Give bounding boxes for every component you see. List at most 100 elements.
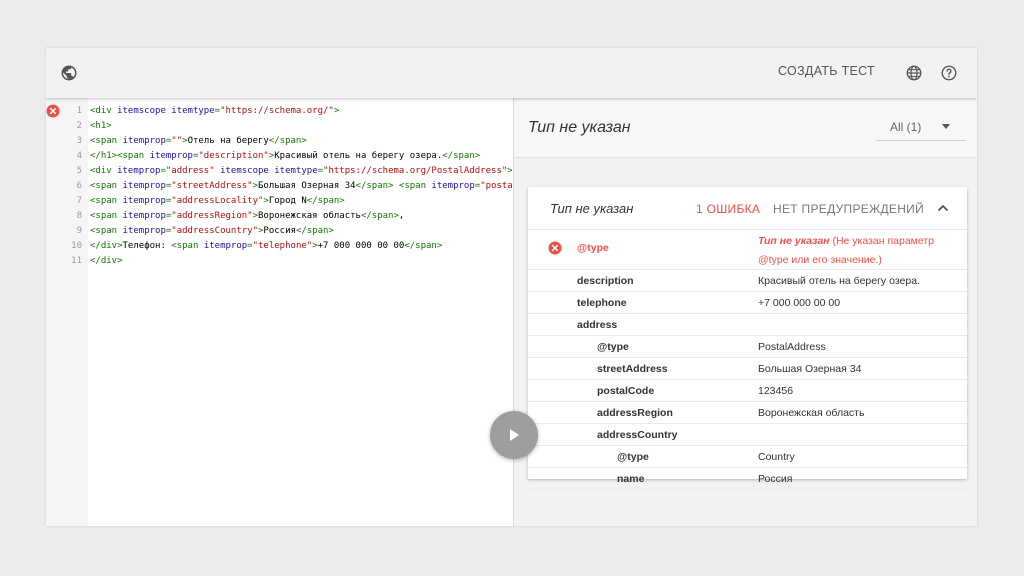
code-token: </span> bbox=[306, 196, 345, 206]
code-text[interactable]: <div itemscope itemtype="https://schema.… bbox=[90, 104, 512, 269]
code-token: itemprop bbox=[203, 241, 248, 251]
code-token: <h1> bbox=[90, 121, 112, 131]
code-token: Россия bbox=[263, 226, 296, 236]
help-icon[interactable] bbox=[940, 64, 958, 82]
card-title: Тип не указан bbox=[550, 201, 634, 216]
code-line[interactable]: </div>Телефон: <span itemprop="telephone… bbox=[90, 239, 512, 254]
property-row: @type Country bbox=[528, 446, 967, 468]
code-line[interactable]: </h1><span itemprop="description">Красив… bbox=[90, 149, 512, 164]
run-test-button[interactable] bbox=[490, 411, 538, 459]
property-value: Большая Озерная 34 bbox=[758, 363, 862, 375]
code-token: </span> bbox=[442, 151, 481, 161]
code-token: "addressRegion" bbox=[171, 211, 253, 221]
code-token: itemprop bbox=[122, 226, 166, 236]
code-token: </span> bbox=[404, 241, 443, 251]
toolbar: СОЗДАТЬ ТЕСТ bbox=[46, 48, 977, 98]
result-card: Тип не указан 1 ОШИБКА НЕТ ПРЕДУПРЕЖДЕНИ… bbox=[528, 187, 967, 490]
line-number: 6 bbox=[76, 181, 82, 191]
code-token: itemprop bbox=[149, 151, 193, 161]
error-key: @type bbox=[577, 242, 609, 254]
property-rows: @type Тип не указан (Не указан параметр … bbox=[528, 229, 967, 490]
code-token: "addressLocality" bbox=[171, 196, 264, 206]
property-value: Воронежская область bbox=[758, 407, 865, 419]
property-row: streetAddress Большая Озерная 34 bbox=[528, 358, 967, 380]
code-token: "https://schema.org/" bbox=[220, 106, 334, 116]
code-line[interactable]: </div> bbox=[90, 254, 512, 269]
filter-value: All (1) bbox=[890, 120, 922, 134]
code-line[interactable]: <span itemprop="addressLocality">Город N… bbox=[90, 194, 512, 209]
code-token: </span> <span bbox=[355, 181, 432, 191]
error-circle-icon bbox=[46, 104, 60, 118]
line-number: 7 bbox=[76, 196, 82, 206]
property-key: addressCountry bbox=[597, 429, 678, 441]
property-key: @type bbox=[597, 341, 629, 353]
code-token: itemprop bbox=[122, 196, 166, 206]
code-token: "https://schema.org/PostalAddress" bbox=[323, 166, 508, 176]
code-token: > bbox=[333, 106, 340, 116]
code-token: itemprop bbox=[122, 181, 166, 191]
code-token: </div> bbox=[90, 241, 123, 251]
error-message: Тип не указан (Не указан параметр @type … bbox=[758, 232, 958, 270]
code-token: Воронежская область bbox=[258, 211, 361, 221]
line-number: 8 bbox=[76, 211, 82, 221]
code-line[interactable]: <span itemprop="streetAddress">Большая О… bbox=[90, 179, 512, 194]
results-header: Тип не указан All (1) bbox=[514, 98, 977, 158]
line-number: 3 bbox=[76, 136, 82, 146]
globe-icon[interactable] bbox=[60, 64, 78, 82]
property-row: postalCode 123456 bbox=[528, 380, 967, 402]
code-token: itemscope itemtype bbox=[117, 106, 215, 116]
property-key: postalCode bbox=[597, 385, 655, 397]
code-line[interactable]: <span itemprop="addressRegion">Воронежск… bbox=[90, 209, 512, 224]
code-token: <span bbox=[90, 196, 123, 206]
line-number: 5 bbox=[76, 166, 82, 176]
code-token: itemprop bbox=[431, 181, 475, 191]
language-globe-icon[interactable] bbox=[905, 64, 923, 82]
warnings-count: НЕТ ПРЕДУПРЕЖДЕНИЙ bbox=[773, 202, 925, 216]
code-editor[interactable]: 1 2 3 4 5 6 7 8 9 10 11 <div itemscope itemtype="h… bbox=[46, 98, 514, 526]
app-window: СОЗДАТЬ ТЕСТ 1 2 3 4 5 6 7 8 9 10 11 <div itemscop… bbox=[46, 48, 977, 526]
code-line[interactable]: <div itemscope itemtype="https://schema.… bbox=[90, 104, 512, 119]
card-header[interactable]: Тип не указан 1 ОШИБКА НЕТ ПРЕДУПРЕЖДЕНИ… bbox=[528, 187, 967, 230]
play-icon bbox=[510, 429, 519, 441]
property-row: addressCountry bbox=[528, 424, 967, 446]
results-filter-dropdown[interactable]: All (1) bbox=[876, 112, 966, 141]
property-row: telephone +7 000 000 00 00 bbox=[528, 292, 967, 314]
create-test-button[interactable]: СОЗДАТЬ ТЕСТ bbox=[778, 64, 875, 78]
code-token: "telephone" bbox=[252, 241, 313, 251]
property-key: address bbox=[577, 319, 618, 331]
code-token: Город N bbox=[268, 196, 307, 206]
error-row: @type Тип не указан (Не указан параметр … bbox=[528, 229, 967, 270]
property-row: address bbox=[528, 314, 967, 336]
code-token: </h1><span bbox=[90, 151, 150, 161]
property-key: @type bbox=[617, 451, 649, 463]
code-token: > bbox=[507, 166, 512, 176]
dropdown-caret-icon bbox=[942, 124, 950, 129]
code-token: </div> bbox=[90, 256, 123, 266]
property-key: addressRegion bbox=[597, 407, 673, 419]
code-token: itemprop bbox=[122, 211, 166, 221]
code-token: <span bbox=[90, 181, 123, 191]
errors-count: 1 ОШИБКА bbox=[696, 202, 761, 216]
property-row: name Россия bbox=[528, 468, 967, 490]
code-token: <span bbox=[90, 136, 123, 146]
code-line[interactable]: <h1> bbox=[90, 119, 512, 134]
code-token: </span> bbox=[268, 136, 307, 146]
property-value: Россия bbox=[758, 473, 793, 485]
code-line[interactable]: <span itemprop="">Отель на берегу</span> bbox=[90, 134, 512, 149]
property-value: PostalAddress bbox=[758, 341, 826, 353]
code-token: <div bbox=[90, 106, 118, 116]
line-number: 9 bbox=[76, 226, 82, 236]
property-value: Country bbox=[758, 451, 795, 463]
line-gutter: 1 2 3 4 5 6 7 8 9 10 11 bbox=[46, 98, 88, 526]
code-line[interactable]: <span itemprop="addressCountry">Россия</… bbox=[90, 224, 512, 239]
property-value: Красивый отель на берегу озера. bbox=[758, 275, 920, 287]
code-token: Телефон: bbox=[122, 241, 172, 251]
property-row: description Красивый отель на берегу озер… bbox=[528, 270, 967, 292]
results-title: Тип не указан bbox=[528, 119, 631, 136]
property-value: +7 000 000 00 00 bbox=[758, 297, 841, 309]
code-token: , bbox=[398, 211, 405, 221]
error-message-title: Тип не указан bbox=[758, 235, 830, 247]
line-number: 2 bbox=[76, 121, 82, 131]
code-line[interactable]: <div itemprop="address" itemscope itemty… bbox=[90, 164, 512, 179]
chevron-up-icon[interactable] bbox=[936, 201, 950, 215]
